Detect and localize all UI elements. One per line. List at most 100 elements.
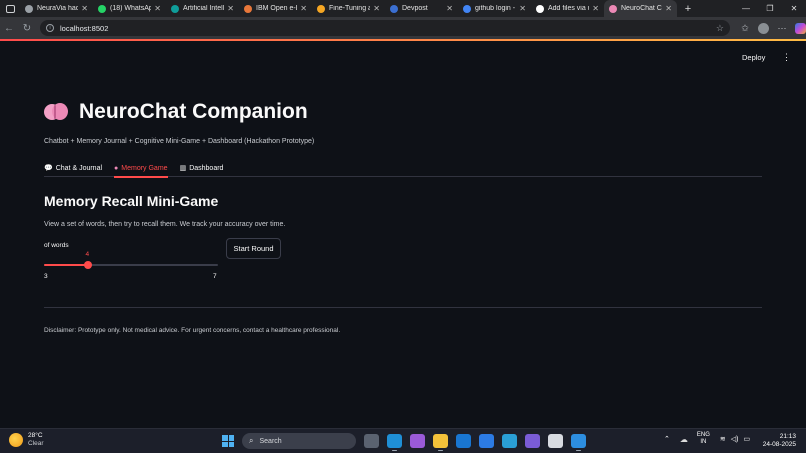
word-count-slider[interactable] [44, 261, 218, 269]
slider-handle[interactable] [83, 261, 92, 269]
generic-favicon [25, 4, 33, 13]
brain-icon: ● [114, 164, 119, 172]
close-tab-icon[interactable]: ✕ [300, 4, 307, 13]
close-tab-icon[interactable]: ✕ [446, 4, 453, 13]
file-explorer-icon[interactable] [364, 434, 379, 448]
chart-icon: ▥ [179, 165, 187, 172]
ibm-icon [244, 4, 252, 13]
page-subtitle: Chatbot + Memory Journal + Cognitive Min… [44, 138, 315, 145]
dropbox-icon[interactable] [479, 434, 494, 448]
browser-tab[interactable]: Fine-Tuning a ✕ [312, 0, 385, 17]
slider-value: 4 [85, 251, 90, 258]
chain-icon [317, 4, 325, 13]
start-round-button[interactable]: Start Round [226, 238, 281, 259]
address-bar[interactable]: i localhost:8502 ☆ [40, 20, 730, 36]
new-tab-button[interactable]: + [681, 3, 695, 15]
minimize-icon[interactable]: — [734, 4, 758, 13]
browser-tab[interactable]: (18) WhatsApp✕ [93, 0, 166, 17]
back-icon[interactable]: ← [0, 23, 18, 34]
section-description: View a set of words, then try to recall … [44, 221, 286, 228]
close-tab-icon[interactable]: ✕ [81, 4, 88, 13]
favorites-icon[interactable]: ✩ [736, 23, 754, 34]
tab-actions-icon[interactable] [0, 0, 20, 17]
more-options-icon[interactable]: ⋯ [773, 23, 791, 34]
close-window-icon[interactable]: ✕ [782, 4, 806, 13]
wifi-icon[interactable]: ≋ [720, 435, 726, 443]
folder-icon[interactable] [433, 434, 448, 451]
browser-tab[interactable]: github login - ✕ [458, 0, 531, 17]
close-tab-icon[interactable]: ✕ [665, 4, 672, 13]
browser-tab-title: IBM Open e-Le [256, 5, 297, 12]
speech-bubble-icon: 💬 [44, 165, 53, 172]
whatsapp-icon [98, 4, 106, 13]
browser-tab[interactable]: NeuroChat Com✕ [604, 0, 677, 17]
edge-icon[interactable] [387, 434, 402, 451]
taskbar-search[interactable]: ⌕ Search [242, 433, 356, 449]
store-icon[interactable] [502, 434, 517, 448]
browser-tab[interactable]: Devpost ✕ [385, 0, 458, 17]
disclaimer-text: Disclaimer: Prototype only. Not medical … [44, 327, 341, 334]
windows-start-icon[interactable] [222, 435, 234, 447]
browser-tab[interactable]: Add files via up✕ [531, 0, 604, 17]
show-hidden-icons-icon[interactable]: ⌃ [664, 435, 670, 443]
volume-icon[interactable]: ◁) [731, 435, 739, 443]
github-icon [536, 4, 544, 13]
taskbar: 28°C Clear ⌕ Search ⌃ ☁ ENG IN ≋ ◁) ▭ 21… [0, 428, 806, 453]
browser-toolbar: ← ↻ i localhost:8502 ☆ ✩ ⋯ [0, 17, 806, 39]
clock-date: 24-08-2025 [762, 441, 796, 448]
outlook-icon[interactable] [456, 434, 471, 448]
weather-widget[interactable]: 28°C Clear [9, 432, 44, 448]
bookmark-star-icon[interactable]: ☆ [716, 23, 724, 34]
slider-min-label: 3 [44, 273, 48, 280]
tab-label: Dashboard [189, 164, 224, 172]
slider-max-label: 7 [213, 273, 217, 280]
site-info-icon[interactable]: i [46, 24, 54, 32]
brain-icon [609, 4, 617, 13]
close-tab-icon[interactable]: ✕ [154, 4, 161, 13]
url-text: localhost:8502 [60, 23, 109, 33]
browser-tab[interactable]: Artificial Intelli ✕ [166, 0, 239, 17]
browser-tab[interactable]: IBM Open e-Le✕ [239, 0, 312, 17]
search-icon [463, 4, 471, 13]
weather-icon [9, 433, 23, 447]
copilot-app-icon[interactable] [525, 434, 540, 448]
slider-label: of words [44, 242, 69, 249]
tab-dashboard[interactable]: ▥ Dashboard [180, 159, 224, 177]
pinned-apps [364, 434, 594, 451]
browser-tab[interactable]: NeuraVia hack ✕ [20, 0, 93, 17]
reload-icon[interactable]: ↻ [18, 23, 36, 34]
search-icon: ⌕ [249, 436, 254, 445]
copilot-icon[interactable] [795, 22, 806, 34]
close-tab-icon[interactable]: ✕ [227, 4, 234, 13]
browser-tab-strip: NeuraVia hack✕(18) WhatsApp✕Artificial I… [0, 0, 806, 17]
cloud-icon[interactable]: ☁ [680, 435, 688, 444]
page-title-text: NeuroChat Companion [79, 100, 308, 123]
clock[interactable]: 21:13 24-08-2025 [762, 433, 796, 449]
maximize-icon[interactable]: ❐ [758, 4, 782, 13]
section-heading: Memory Recall Mini-Game [44, 193, 219, 209]
deploy-button[interactable]: Deploy [742, 53, 765, 62]
tab-label: Memory Game [121, 164, 168, 172]
browser-tab-title: (18) WhatsApp [110, 5, 152, 12]
close-tab-icon[interactable]: ✕ [519, 4, 526, 13]
weather-temp: 28°C [28, 432, 43, 439]
app-main: Deploy ⋮ NeuroChat Companion Chatbot + M… [2, 41, 804, 426]
tab-memory-game[interactable]: ● Memory Game [114, 159, 168, 178]
tab-chat-journal[interactable]: 💬 Chat & Journal [44, 159, 102, 177]
vscode-icon[interactable] [571, 434, 586, 451]
battery-icon[interactable]: ▭ [743, 435, 750, 443]
devpost-icon [390, 4, 398, 13]
region-code: IN [700, 439, 707, 445]
profile-avatar[interactable] [758, 22, 769, 34]
divider [44, 307, 762, 308]
notepad-icon[interactable] [548, 434, 563, 448]
logo-favicon [171, 4, 179, 13]
weather-condition: Clear [28, 440, 44, 447]
browser-tab-title: Artificial Intelli [183, 5, 225, 12]
close-tab-icon[interactable]: ✕ [592, 4, 599, 13]
brain-icon [44, 102, 68, 122]
copilot-icon[interactable] [410, 434, 425, 448]
input-language[interactable]: ENG IN [697, 432, 710, 446]
close-tab-icon[interactable]: ✕ [373, 4, 380, 13]
kebab-menu-icon[interactable]: ⋮ [782, 52, 791, 63]
